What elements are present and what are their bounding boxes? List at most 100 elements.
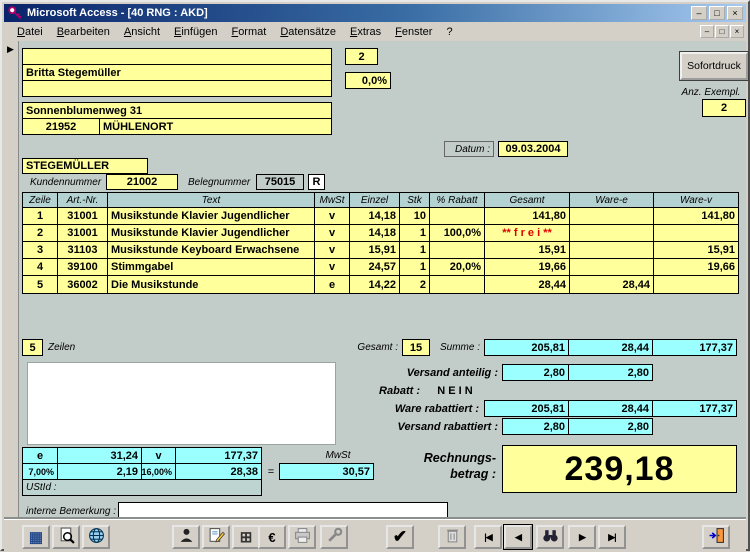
cell-mwst[interactable]: v — [315, 259, 350, 276]
print-preview-button[interactable] — [52, 525, 80, 549]
menu-datensaetze[interactable]: Datensätze — [273, 24, 343, 40]
cell-ware-e[interactable] — [570, 225, 654, 242]
menu-fenster[interactable]: Fenster — [388, 24, 439, 40]
cell-ware-v[interactable]: 141,80 — [654, 208, 738, 225]
cell-einzel[interactable]: 14,18 — [350, 208, 400, 225]
mdi-restore-button[interactable]: □ — [715, 25, 729, 38]
cell-einzel[interactable]: 14,22 — [350, 276, 400, 293]
cell-text[interactable]: Musikstunde Klavier Jugendlicher — [108, 225, 315, 242]
cell-rabatt[interactable] — [430, 208, 485, 225]
interne-bemerkung-field[interactable] — [118, 502, 448, 519]
cell-mwst[interactable]: e — [315, 276, 350, 293]
zeilen-count-field[interactable]: 5 — [22, 339, 43, 356]
summe-field-ware-v[interactable]: 177,37 — [652, 339, 737, 356]
cell-gesamt[interactable]: 19,66 — [485, 259, 570, 276]
ware-rabattiert-field-2[interactable]: 28,44 — [568, 400, 653, 417]
cell-ware-v[interactable] — [654, 225, 738, 242]
print-button[interactable] — [288, 525, 316, 549]
cell-gesamt-frei[interactable]: ** f r e i ** — [485, 225, 570, 242]
address-field-2[interactable]: Britta Stegemüller — [22, 64, 332, 81]
menu-einfuegen[interactable]: Einfügen — [167, 24, 224, 40]
zip-field[interactable]: 21952 — [22, 118, 100, 135]
notes-box[interactable] — [27, 362, 336, 445]
cell-text[interactable]: Musikstunde Keyboard Erwachsene — [108, 242, 315, 259]
city-field[interactable]: MÜHLENORT — [99, 118, 332, 135]
cell-stk[interactable]: 1 — [400, 259, 430, 276]
cell-ware-e[interactable] — [570, 208, 654, 225]
find-button[interactable] — [536, 525, 564, 549]
minimize-button[interactable]: – — [691, 6, 707, 20]
cell-stk[interactable]: 2 — [400, 276, 430, 293]
previous-record-button[interactable]: ◀ — [504, 525, 532, 549]
menu-extras[interactable]: Extras — [343, 24, 388, 40]
customer-button[interactable] — [172, 525, 200, 549]
cell-ware-v[interactable]: 15,91 — [654, 242, 738, 259]
globe-button[interactable] — [82, 525, 110, 549]
sofortdruck-button[interactable]: Sofortdruck — [680, 52, 748, 80]
cell-rabatt[interactable] — [430, 242, 485, 259]
next-record-button[interactable]: ▶ — [568, 525, 596, 549]
cell-mwst[interactable]: v — [315, 225, 350, 242]
menu-ansicht[interactable]: Ansicht — [117, 24, 167, 40]
cell-mwst[interactable]: v — [315, 242, 350, 259]
cell-zeile[interactable]: 1 — [23, 208, 58, 225]
cell-zeile[interactable]: 4 — [23, 259, 58, 276]
cell-zeile[interactable]: 5 — [23, 276, 58, 293]
versand-rabattiert-field-1[interactable]: 2,80 — [502, 418, 569, 435]
close-button[interactable]: × — [727, 6, 743, 20]
tax-e-base-cell[interactable]: 31,24 — [57, 447, 142, 464]
rabatt-percent-field[interactable]: 0,0% — [345, 72, 391, 89]
versand-anteilig-field-2[interactable]: 2,80 — [568, 364, 653, 381]
cell-text[interactable]: Stimmgabel — [108, 259, 315, 276]
ware-rabattiert-field-1[interactable]: 205,81 — [484, 400, 569, 417]
cell-einzel[interactable]: 14,18 — [350, 225, 400, 242]
cell-mwst[interactable]: v — [315, 208, 350, 225]
cell-text[interactable]: Musikstunde Klavier Jugendlicher — [108, 208, 315, 225]
cell-stk[interactable]: 1 — [400, 242, 430, 259]
cell-ware-v[interactable]: 19,66 — [654, 259, 738, 276]
versand-anteilig-field-1[interactable]: 2,80 — [502, 364, 569, 381]
cell-gesamt[interactable]: 28,44 — [485, 276, 570, 293]
cell-rabatt[interactable]: 100,0% — [430, 225, 485, 242]
cell-ware-v[interactable] — [654, 276, 738, 293]
first-record-button[interactable]: |◀ — [474, 525, 502, 549]
menu-bearbeiten[interactable]: Bearbeiten — [50, 24, 117, 40]
exit-button[interactable] — [702, 525, 730, 549]
cell-ware-e[interactable]: 28,44 — [570, 276, 654, 293]
cell-rabatt[interactable] — [430, 276, 485, 293]
menu-datei[interactable]: Datei — [10, 24, 50, 40]
belegnummer-field[interactable]: 75015 — [256, 174, 304, 190]
calculator-button[interactable]: ⊞ — [232, 525, 260, 549]
kunde-name-field[interactable]: STEGEMÜLLER — [22, 158, 148, 174]
cell-zeile[interactable]: 3 — [23, 242, 58, 259]
exemplare-field[interactable]: 2 — [345, 48, 378, 65]
cell-rabatt[interactable]: 20,0% — [430, 259, 485, 276]
ware-rabattiert-field-3[interactable]: 177,37 — [652, 400, 737, 417]
euro-button[interactable]: € — [258, 525, 286, 549]
street-field[interactable]: Sonnenblumenweg 31 — [22, 102, 332, 119]
cell-artnr[interactable]: 36002 — [58, 276, 108, 293]
mdi-minimize-button[interactable]: – — [700, 25, 714, 38]
cell-artnr[interactable]: 31001 — [58, 208, 108, 225]
mdi-close-button[interactable]: × — [730, 25, 744, 38]
summe-field-gesamt[interactable]: 205,81 — [484, 339, 569, 356]
cell-stk[interactable]: 10 — [400, 208, 430, 225]
delete-button[interactable] — [438, 525, 466, 549]
cell-gesamt[interactable]: 15,91 — [485, 242, 570, 259]
cell-artnr[interactable]: 31001 — [58, 225, 108, 242]
tax-e-amount-cell[interactable]: 2,19 — [57, 463, 142, 480]
r-button[interactable]: R — [308, 174, 325, 190]
summe-field-ware-e[interactable]: 28,44 — [568, 339, 653, 356]
cell-artnr[interactable]: 39100 — [58, 259, 108, 276]
address-field-3[interactable] — [22, 80, 332, 97]
anz-exempl-field[interactable]: 2 — [702, 99, 746, 117]
confirm-button[interactable]: ✔ — [386, 525, 414, 549]
kundennummer-field[interactable]: 21002 — [106, 174, 178, 190]
tax-v-base-cell[interactable]: 177,37 — [175, 447, 262, 464]
datum-field[interactable]: 09.03.2004 — [498, 141, 568, 157]
cell-ware-e[interactable] — [570, 242, 654, 259]
cell-ware-e[interactable] — [570, 259, 654, 276]
cell-gesamt[interactable]: 141,80 — [485, 208, 570, 225]
cell-text[interactable]: Die Musikstunde — [108, 276, 315, 293]
last-record-button[interactable]: ▶| — [598, 525, 626, 549]
